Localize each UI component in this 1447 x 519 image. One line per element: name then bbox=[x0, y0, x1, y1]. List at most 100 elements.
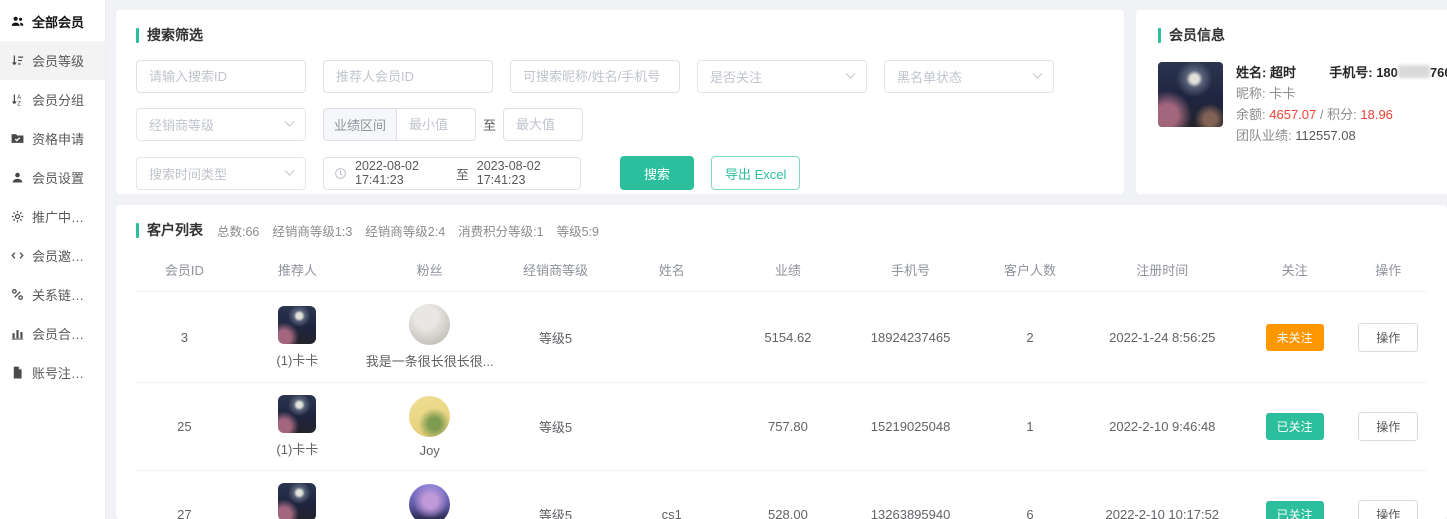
table-row: 3(1)卡卡我是一条很长很长很...等级55154.62189242374652… bbox=[136, 292, 1427, 383]
cell-phone: 18924237465 bbox=[846, 292, 975, 383]
balance-divider: / bbox=[1320, 107, 1324, 122]
gear-icon bbox=[10, 209, 25, 224]
row-action-button[interactable]: 操作 bbox=[1358, 500, 1418, 519]
points-label: 积分: bbox=[1327, 107, 1357, 122]
sidebar-item-3[interactable]: 资格申请 bbox=[0, 119, 105, 158]
date-start-value: 2022-08-02 17:41:23 bbox=[355, 159, 448, 187]
member-team-line: 团队业绩: 112557.08 bbox=[1236, 125, 1447, 146]
fan-name: Joy bbox=[420, 443, 440, 458]
sidebar-item-9[interactable]: 账号注销管理 bbox=[0, 353, 105, 392]
sidebar-item-label: 会员邀请码 bbox=[32, 246, 95, 265]
follow-status-badge: 已关注 bbox=[1266, 501, 1324, 519]
cell-phone: 13263895940 bbox=[846, 471, 975, 519]
cell-reg-time: 2022-2-10 9:46:48 bbox=[1085, 383, 1240, 471]
file-icon bbox=[10, 365, 25, 380]
cell-fan: Lazy Cat bbox=[362, 471, 498, 519]
member-info-body: 姓名: 超时 手机号: 1807601 昵称: 卡卡 余额: 4657 bbox=[1158, 62, 1447, 146]
sidebar-item-2[interactable]: AZ会员分组 bbox=[0, 80, 105, 119]
sidebar-item-0[interactable]: 全部会员 bbox=[0, 2, 105, 41]
search-button[interactable]: 搜索 bbox=[620, 156, 694, 190]
date-range-picker[interactable]: 2022-08-02 17:41:23 至 2023-08-02 17:41:2… bbox=[323, 157, 581, 190]
column-header: 注册时间 bbox=[1085, 250, 1240, 292]
chevron-down-icon bbox=[1033, 69, 1043, 79]
fan-avatar bbox=[409, 304, 450, 345]
phone-redacted-blur bbox=[1398, 65, 1430, 78]
filter-row-2: 经销商等级 业绩区间 至 bbox=[136, 108, 1104, 141]
fan-avatar bbox=[409, 396, 450, 437]
sidebar-item-5[interactable]: 推广中心设置 bbox=[0, 197, 105, 236]
sidebar-item-label: 关系链修改记录 bbox=[32, 285, 95, 304]
name-label: 姓名: bbox=[1236, 65, 1266, 80]
list-stat: 经销商等级1:3 bbox=[272, 221, 352, 240]
sort-alpha-icon: AZ bbox=[10, 92, 25, 107]
name-value: 超时 bbox=[1270, 65, 1296, 80]
sidebar-item-label: 会员等级 bbox=[32, 51, 84, 70]
cell-name: cs1 bbox=[614, 471, 730, 519]
sidebar-item-label: 会员合并记录 bbox=[32, 324, 95, 343]
range-max-input[interactable] bbox=[516, 117, 570, 132]
dealer-level-placeholder: 经销商等级 bbox=[149, 115, 214, 134]
follow-select-placeholder: 是否关注 bbox=[710, 67, 762, 86]
cell-customers: 2 bbox=[975, 292, 1085, 383]
code-icon bbox=[10, 248, 25, 263]
member-balance-line: 余额: 4657.07 / 积分: 18.96 bbox=[1236, 104, 1447, 125]
sidebar-item-label: 会员设置 bbox=[32, 168, 84, 187]
customer-list-header: 客户列表 总数:66经销商等级1:3经销商等级2:4消费积分等级:1等级5:9 bbox=[136, 220, 1427, 240]
chevron-down-icon bbox=[285, 117, 295, 127]
row-action-button[interactable]: 操作 bbox=[1358, 412, 1418, 441]
sidebar-item-1[interactable]: 会员等级 bbox=[0, 41, 105, 80]
sidebar-item-7[interactable]: 关系链修改记录 bbox=[0, 275, 105, 314]
phone-label: 手机号: bbox=[1329, 65, 1372, 80]
column-header: 姓名 bbox=[614, 250, 730, 292]
search-id-input[interactable] bbox=[149, 69, 293, 84]
sidebar-item-4[interactable]: 会员设置 bbox=[0, 158, 105, 197]
referrer-id-input[interactable] bbox=[336, 69, 480, 84]
export-excel-button[interactable]: 导出 Excel bbox=[711, 156, 800, 190]
referrer-name: (1)卡卡 bbox=[276, 350, 318, 369]
cell-action: 操作 bbox=[1349, 292, 1427, 383]
row-action-button[interactable]: 操作 bbox=[1358, 323, 1418, 352]
column-header: 推荐人 bbox=[233, 250, 362, 292]
time-type-select[interactable]: 搜索时间类型 bbox=[136, 157, 306, 190]
member-info-lines: 姓名: 超时 手机号: 1807601 昵称: 卡卡 余额: 4657 bbox=[1236, 62, 1447, 146]
nickname-label: 昵称: bbox=[1236, 86, 1266, 101]
cell-member-id: 3 bbox=[136, 292, 233, 383]
cell-follow: 已关注 bbox=[1240, 383, 1350, 471]
balance-value: 4657.07 bbox=[1269, 107, 1316, 122]
referrer-name: (1)卡卡 bbox=[276, 439, 318, 458]
date-to-label: 至 bbox=[456, 164, 469, 183]
chevron-down-icon bbox=[285, 165, 295, 175]
member-info-panel: 会员信息 姓名: 超时 手机号: 1807601 昵称: bbox=[1136, 10, 1447, 194]
title-accent-bar bbox=[1158, 28, 1161, 43]
filter-title-text: 搜索筛选 bbox=[147, 25, 203, 45]
referrer-avatar bbox=[278, 483, 316, 519]
column-header: 关注 bbox=[1240, 250, 1350, 292]
cell-fan: Joy bbox=[362, 383, 498, 471]
app-window: 全部会员会员等级 AZ会员分组资格申请会员设置推广中心设置会员邀请码关系链修改记录… bbox=[0, 0, 1447, 519]
column-header: 手机号 bbox=[846, 250, 975, 292]
follow-status-select[interactable]: 是否关注 bbox=[697, 60, 867, 93]
sidebar-item-label: 资格申请 bbox=[32, 129, 84, 148]
customer-list-panel: 客户列表 总数:66经销商等级1:3经销商等级2:4消费积分等级:1等级5:9 … bbox=[116, 205, 1447, 519]
search-filter-panel: 搜索筛选 是否关注 bbox=[116, 10, 1124, 194]
dealer-level-select[interactable]: 经销商等级 bbox=[136, 108, 306, 141]
table-row: 25(1)卡卡Joy等级5757.801521902504812022-2-10… bbox=[136, 383, 1427, 471]
cell-dealer-level: 等级5 bbox=[497, 471, 613, 519]
column-header: 经销商等级 bbox=[497, 250, 613, 292]
cell-follow: 已关注 bbox=[1240, 471, 1350, 519]
sidebar-item-6[interactable]: 会员邀请码 bbox=[0, 236, 105, 275]
fan-avatar bbox=[409, 484, 450, 519]
sidebar-item-8[interactable]: 会员合并记录 bbox=[0, 314, 105, 353]
nickname-search-input[interactable] bbox=[523, 69, 667, 84]
referrer-avatar bbox=[278, 306, 316, 344]
list-stat: 消费积分等级:1 bbox=[458, 221, 543, 240]
person-icon bbox=[10, 170, 25, 185]
list-panel-title: 客户列表 bbox=[136, 220, 203, 240]
range-min-input[interactable] bbox=[409, 117, 463, 132]
sidebar-item-label: 推广中心设置 bbox=[32, 207, 95, 226]
blacklist-status-select[interactable]: 黑名单状态 bbox=[884, 60, 1054, 93]
sort-level-icon bbox=[10, 53, 25, 68]
people-icon bbox=[10, 14, 25, 29]
bar-chart-icon bbox=[10, 326, 25, 341]
folder-check-icon bbox=[10, 131, 25, 146]
